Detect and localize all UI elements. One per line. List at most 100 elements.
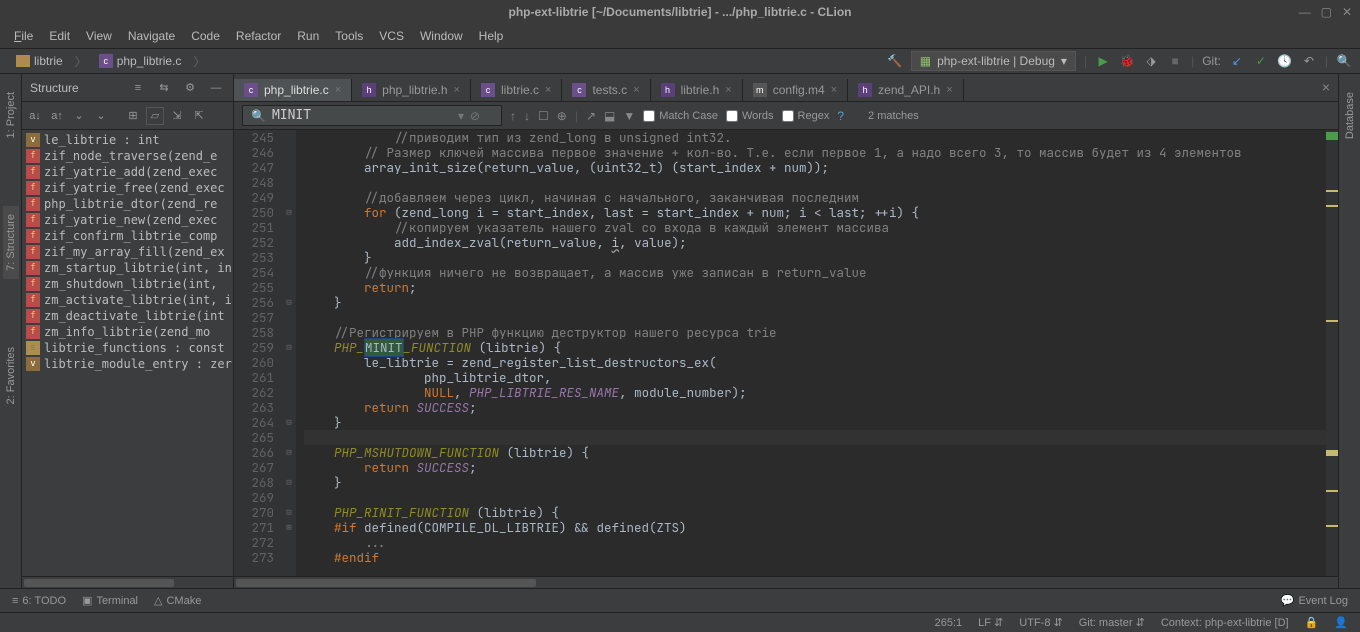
structure-item[interactable]: fzif_my_array_fill(zend_ex [22,244,233,260]
clear-icon[interactable]: ⊘ [470,109,480,123]
structure-item[interactable]: fzm_startup_libtrie(int, in [22,260,233,276]
tree-icon[interactable]: ⊞ [124,107,142,125]
debug-icon[interactable]: 🐞 [1119,53,1135,69]
structure-item[interactable]: slibtrie_functions : const z [22,340,233,356]
editor-tab[interactable]: hlibtrie.h× [651,79,743,101]
regex-help-icon[interactable]: ? [837,109,844,123]
sort-alpha-down-icon[interactable]: a↓ [26,107,44,125]
menu-vcs[interactable]: VCS [373,27,410,45]
fold-gutter[interactable]: ⊟⊟⊟⊟⊟⊟⊟⊞ [282,130,296,576]
group2-icon[interactable]: ⌄ [92,107,110,125]
git-branch[interactable]: Git: master ⇵ [1079,616,1145,629]
toolwindow-database[interactable]: Database [1342,84,1358,147]
search-everywhere-icon[interactable]: 🔍 [1336,53,1352,69]
toolwindow-project[interactable]: 1: Project [3,84,19,146]
tab-close-icon[interactable]: × [633,84,639,96]
toolwindow-cmake[interactable]: △CMake [154,594,201,607]
editor-tab[interactable]: hphp_libtrie.h× [352,79,471,101]
event-log[interactable]: 💬Event Log [1281,594,1348,607]
find-input[interactable] [272,108,452,123]
menu-run[interactable]: Run [291,27,325,45]
structure-item[interactable]: fzif_node_traverse(zend_e [22,148,233,164]
window-controls[interactable]: — ▢ ✕ [1299,5,1352,19]
structure-item[interactable]: fzif_yatrie_add(zend_exec [22,164,233,180]
expand-icon[interactable]: ⇆ [155,79,173,97]
tab-close-icon[interactable]: × [946,84,952,96]
tab-close-icon[interactable]: × [831,84,837,96]
structure-item[interactable]: vlibtrie_module_entry : zer [22,356,233,372]
find-in-selection-icon[interactable]: | [575,109,578,123]
tab-close-icon[interactable]: × [335,84,341,96]
git-commit-icon[interactable]: ✓ [1253,53,1269,69]
editor-tab[interactable]: clibtrie.c× [471,79,562,101]
sort-alpha-up-icon[interactable]: a↑ [48,107,66,125]
editor-scroll-x[interactable] [234,576,1338,588]
close-icon[interactable]: ✕ [1342,5,1352,19]
git-revert-icon[interactable]: ↶ [1301,53,1317,69]
structure-item[interactable]: fzm_activate_libtrie(int, in [22,292,233,308]
run-config-select[interactable]: ▦ php-ext-libtrie | Debug ▾ [911,51,1076,71]
run-icon[interactable]: ▶ [1095,53,1111,69]
git-history-icon[interactable]: 🕓 [1277,53,1293,69]
match-case-check[interactable]: Match Case [643,110,718,122]
minimize-icon[interactable]: — [1299,5,1311,19]
menu-view[interactable]: View [80,27,118,45]
editor-tab[interactable]: cphp_libtrie.c× [234,79,352,101]
stop-icon[interactable]: ■ [1167,53,1183,69]
regex-check[interactable]: Regex [782,110,830,122]
structure-item[interactable]: fzif_yatrie_free(zend_exec [22,180,233,196]
menu-help[interactable]: Help [473,27,510,45]
select-all-icon[interactable]: ☐ [538,109,549,123]
menu-tools[interactable]: Tools [329,27,369,45]
export-icon[interactable]: ↗ [586,109,596,123]
structure-item[interactable]: fphp_libtrie_dtor(zend_re [22,196,233,212]
dropdown-icon[interactable]: ▾ [458,109,464,123]
group-icon[interactable]: ⌄ [70,107,88,125]
menu-navigate[interactable]: Navigate [122,27,181,45]
encoding[interactable]: UTF-8 ⇵ [1019,616,1062,629]
editor-tab[interactable]: ctests.c× [562,79,650,101]
maximize-icon[interactable]: ▢ [1321,5,1332,19]
menu-edit[interactable]: Edit [43,27,76,45]
structure-item[interactable]: fzif_yatrie_new(zend_exec [22,212,233,228]
breadcrumb-file[interactable]: cphp_libtrie.c [91,52,190,70]
filter-icon[interactable]: ▱ [146,107,164,125]
coverage-icon[interactable]: ⬗ [1143,53,1159,69]
words-check[interactable]: Words [726,110,774,122]
next-match-icon[interactable]: ↓ [524,109,530,123]
autoscroll-icon[interactable]: ⇲ [168,107,186,125]
structure-item[interactable]: fzif_confirm_libtrie_comp [22,228,233,244]
structure-item[interactable]: fzm_info_libtrie(zend_mo [22,324,233,340]
hide-icon[interactable]: — [207,79,225,97]
tab-close-icon[interactable]: × [454,84,460,96]
menu-refactor[interactable]: Refactor [230,27,287,45]
line-endings[interactable]: LF ⇵ [978,616,1003,629]
collapse-icon[interactable]: ≡ [129,79,147,97]
close-find-icon[interactable]: × [1322,79,1330,95]
pin-icon[interactable]: ⬓ [604,109,615,123]
autoscroll2-icon[interactable]: ⇱ [190,107,208,125]
code-editor[interactable]: //приводим тип из zend_long в unsigned i… [296,130,1326,576]
structure-item[interactable]: fzm_shutdown_libtrie(int, [22,276,233,292]
inspector-icon[interactable]: 👤 [1334,616,1348,629]
toolwindow-structure[interactable]: 7: Structure [3,206,19,279]
editor-tab[interactable]: mconfig.m4× [743,79,848,101]
tab-close-icon[interactable]: × [725,84,731,96]
toolwindow-terminal[interactable]: ▣Terminal [82,594,138,607]
structure-item[interactable]: vle_libtrie : int [22,132,233,148]
prev-match-icon[interactable]: ↑ [510,109,516,123]
editor-tab[interactable]: hzend_API.h× [848,79,963,101]
structure-scroll-x[interactable] [22,576,233,588]
toolwindow-todo[interactable]: ≡6: TODO [12,595,66,607]
overview-ruler[interactable] [1326,130,1338,576]
tab-close-icon[interactable]: × [545,84,551,96]
funnel-icon[interactable]: ▼ [623,109,635,123]
structure-item[interactable]: fzm_deactivate_libtrie(int [22,308,233,324]
find-input-box[interactable]: 🔍 ▾ ⊘ [242,105,502,126]
breadcrumb-folder[interactable]: libtrie [8,52,71,70]
menu-window[interactable]: Window [414,27,469,45]
gear-icon[interactable]: ⚙ [181,79,199,97]
line-number-gutter[interactable]: 2452462472482492502512522532542552562572… [234,130,282,576]
build-icon[interactable]: 🔨 [887,53,903,69]
git-update-icon[interactable]: ↙ [1229,53,1245,69]
